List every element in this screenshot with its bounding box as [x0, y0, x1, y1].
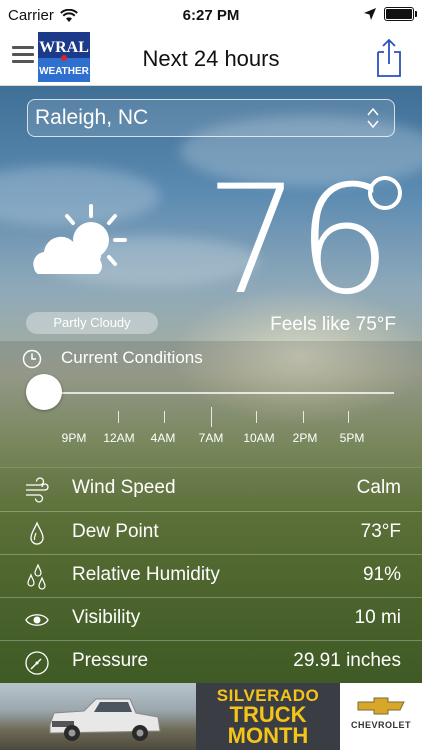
timeline-slider-track[interactable]: [44, 392, 394, 394]
conditions-list: Wind Speed Calm Dew Point 73°F Relative …: [0, 468, 422, 683]
detail-value: 73°F: [360, 521, 401, 542]
detail-value: 10 mi: [354, 607, 401, 628]
detail-label: Pressure: [72, 650, 149, 671]
detail-label: Visibility: [72, 607, 141, 628]
detail-row-wind: Wind Speed Calm: [0, 468, 422, 510]
timeline-tick: [303, 411, 304, 423]
status-bar: Carrier 6:27 PM: [0, 0, 422, 32]
nav-bar: WRAL WEATHER Next 24 hours: [0, 32, 422, 86]
detail-value: 29.91 inches: [293, 650, 401, 671]
detail-row-pressure: Pressure 29.91 inches: [0, 640, 422, 682]
location-value: Raleigh, NC: [35, 106, 149, 129]
chevron-up-down-icon: [367, 107, 379, 129]
timeline-tick: [164, 411, 165, 423]
ad-line-3: MONTH: [227, 723, 309, 748]
location-arrow-icon: [364, 8, 376, 20]
chevrolet-bowtie-logo: [357, 697, 405, 715]
timeline-tick-label: 7AM: [198, 431, 224, 445]
timeline-tick-label: 10AM: [243, 431, 275, 445]
ad-banner[interactable]: SILVERADO TRUCK MONTH CHEVROLET: [0, 683, 422, 750]
detail-label: Dew Point: [72, 521, 159, 542]
timeline-tick-label: 9PM: [61, 431, 87, 445]
droplet-icon: [30, 521, 44, 545]
timeline-slider-handle[interactable]: [26, 374, 62, 410]
feels-like-label: Feels like 75°F: [270, 314, 396, 335]
detail-row-humidity: Relative Humidity 91%: [0, 554, 422, 596]
location-select[interactable]: Raleigh, NC: [27, 99, 395, 137]
wind-icon: [26, 477, 49, 503]
timeline-tick-label: 5PM: [339, 431, 365, 445]
detail-label: Wind Speed: [72, 477, 176, 498]
ad-truck-image: [0, 683, 196, 750]
battery-icon: [384, 7, 417, 21]
ad-brand: CHEVROLET: [340, 683, 422, 750]
share-icon[interactable]: [374, 38, 404, 78]
status-right: [364, 7, 417, 21]
detail-row-visibility: Visibility 10 mi: [0, 597, 422, 639]
temperature-value: 76: [205, 154, 392, 328]
eye-icon: [25, 614, 49, 626]
timeline-tick: [256, 411, 257, 423]
detail-value: Calm: [356, 477, 401, 498]
timeline-tick-label: 12AM: [103, 431, 135, 445]
timeline-tick: [348, 411, 349, 423]
ad-brand-name: CHEVROLET: [350, 720, 411, 730]
timeline-tick: [118, 411, 119, 423]
timeline-tick-major: [211, 407, 212, 427]
timeline-label: Current Conditions: [61, 348, 203, 367]
detail-label: Relative Humidity: [72, 564, 220, 585]
partly-cloudy-icon: [33, 204, 127, 274]
ad-promo-text: SILVERADO TRUCK MONTH: [196, 683, 340, 750]
ad-line-2: TRUCK: [229, 702, 307, 727]
clock-icon: [22, 349, 42, 369]
detail-value: 91%: [362, 564, 401, 585]
degree-symbol: [368, 176, 402, 210]
weather-main: Raleigh, NC 76 Partly Cloudy Feels like …: [0, 86, 422, 683]
status-time: 6:27 PM: [182, 7, 240, 24]
timeline-tick-label: 4AM: [150, 431, 176, 445]
page-title: Next 24 hours: [142, 46, 280, 71]
timeline-panel: Current Conditions 9PM 12AM 4AM 7AM 10AM 2PM 5…: [0, 341, 422, 467]
truck-icon: [49, 698, 161, 741]
timeline-tick-label: 2PM: [292, 431, 318, 445]
humidity-icon: [27, 564, 46, 590]
detail-row-dew-point: Dew Point 73°F: [0, 511, 422, 553]
condition-badge: Partly Cloudy: [26, 312, 158, 334]
gauge-icon: [25, 651, 49, 675]
